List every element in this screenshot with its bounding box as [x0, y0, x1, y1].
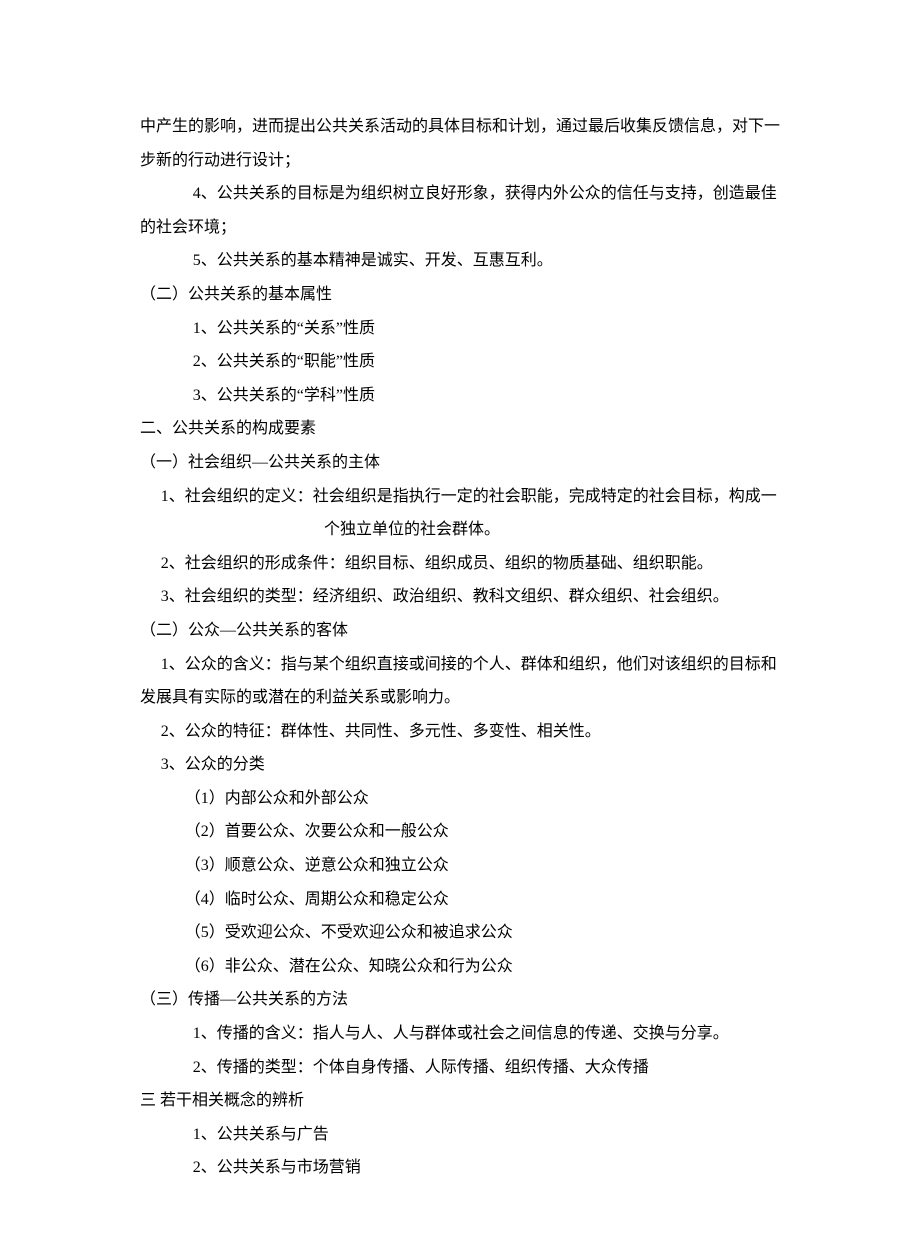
text-line: （2）首要公众、次要公众和一般公众: [140, 815, 780, 849]
text-line: （1）内部公众和外部公众: [140, 782, 780, 816]
text-line: 1、公众的含义：指与某个组织直接或间接的个人、群体和组织，他们对该组织的目标和: [140, 648, 780, 682]
text-line: 5、公共关系的基本精神是诚实、开发、互惠互利。: [140, 244, 780, 278]
text-line: 2、公众的特征：群体性、共同性、多元性、多变性、相关性。: [140, 715, 780, 749]
text-line: 2、公共关系的“职能”性质: [140, 345, 780, 379]
text-line: （5）受欢迎公众、不受欢迎公众和被追求公众: [140, 916, 780, 950]
text-line: 4、公共关系的目标是为组织树立良好形象，获得内外公众的信任与支持，创造最佳: [140, 177, 780, 211]
text-line: 的社会环境；: [140, 211, 780, 245]
text-line: （三）传播—公共关系的方法: [140, 983, 780, 1017]
text-body: 中产生的影响，进而提出公共关系活动的具体目标和计划，通过最后收集反馈信息，对下一…: [140, 110, 780, 1185]
text-line: （4）临时公众、周期公众和稳定公众: [140, 883, 780, 917]
text-line: 1、传播的含义：指人与人、人与群体或社会之间信息的传递、交换与分享。: [140, 1017, 780, 1051]
text-line: 三 若干相关概念的辨析: [140, 1084, 780, 1118]
text-line: 3、社会组织的类型：经济组织、政治组织、教科文组织、群众组织、社会组织。: [140, 580, 780, 614]
text-line: 1、公共关系的“关系”性质: [140, 312, 780, 346]
text-line: 3、公共关系的“学科”性质: [140, 379, 780, 413]
text-line: 3、公众的分类: [140, 748, 780, 782]
text-line: 2、传播的类型：个体自身传播、人际传播、组织传播、大众传播: [140, 1051, 780, 1085]
text-line: 2、公共关系与市场营销: [140, 1151, 780, 1185]
text-line: 二、公共关系的构成要素: [140, 412, 780, 446]
text-line: 1、公共关系与广告: [140, 1118, 780, 1152]
text-line: 1、社会组织的定义：社会组织是指执行一定的社会职能，完成特定的社会目标，构成一: [140, 480, 780, 514]
text-line: 发展具有实际的或潜在的利益关系或影响力。: [140, 681, 780, 715]
text-line: 个独立单位的社会群体。: [140, 513, 780, 547]
text-line: （二）公共关系的基本属性: [140, 278, 780, 312]
text-line: （二）公众—公共关系的客体: [140, 614, 780, 648]
text-line: （3）顺意公众、逆意公众和独立公众: [140, 849, 780, 883]
text-line: （一）社会组织—公共关系的主体: [140, 446, 780, 480]
document-page: 中产生的影响，进而提出公共关系活动的具体目标和计划，通过最后收集反馈信息，对下一…: [0, 0, 920, 1245]
text-line: （6）非公众、潜在公众、知晓公众和行为公众: [140, 950, 780, 984]
text-line: 2、社会组织的形成条件：组织目标、组织成员、组织的物质基础、组织职能。: [140, 547, 780, 581]
text-line: 中产生的影响，进而提出公共关系活动的具体目标和计划，通过最后收集反馈信息，对下一…: [140, 110, 780, 177]
